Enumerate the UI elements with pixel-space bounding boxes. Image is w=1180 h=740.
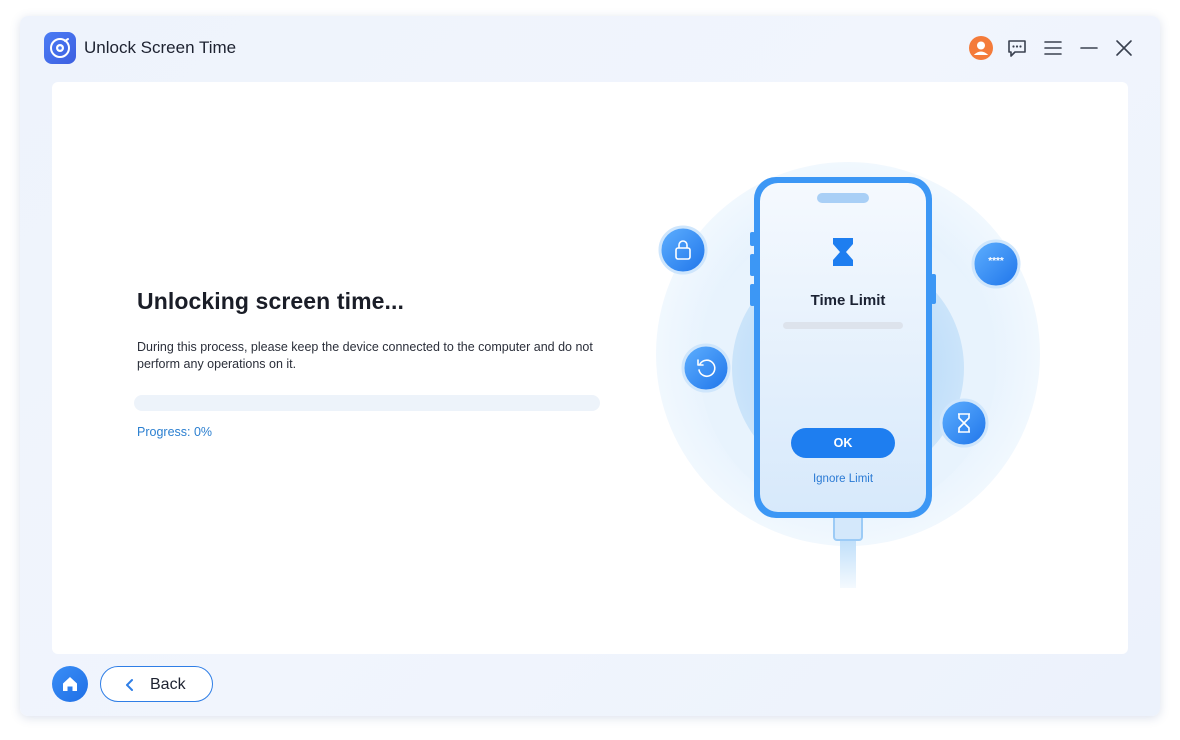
lock-icon	[671, 238, 695, 262]
close-icon[interactable]	[1112, 36, 1136, 60]
app-window: Unlock Screen Time Unlocking screen time…	[20, 16, 1160, 716]
ignore-limit-link: Ignore Limit	[812, 473, 874, 485]
chevron-left-icon	[126, 679, 133, 691]
phone-illustration: **** Time Limit OK Ignore Limit	[648, 158, 1048, 588]
app-title: Unlock Screen Time	[84, 38, 237, 57]
back-button[interactable]: Back	[100, 666, 213, 702]
refresh-icon	[694, 356, 718, 380]
progress-label: Progress: 0%	[137, 425, 213, 439]
chat-feedback-icon[interactable]	[1005, 36, 1029, 60]
progress-bar	[134, 395, 600, 411]
minimize-icon[interactable]	[1077, 36, 1101, 60]
password-icon: ****	[988, 256, 1004, 267]
home-icon	[63, 677, 77, 691]
app-logo-icon	[44, 32, 76, 64]
ok-button: OK	[791, 428, 895, 458]
process-description: During this process, please keep the dev…	[137, 340, 593, 371]
home-button[interactable]	[52, 666, 88, 702]
hourglass-icon	[953, 411, 975, 435]
page-title: Unlocking screen time...	[137, 288, 404, 314]
time-limit-title: Time Limit	[810, 292, 886, 309]
menu-icon[interactable]	[1041, 36, 1065, 60]
main-panel: Unlocking screen time... During this pro…	[52, 82, 1128, 654]
title-bar: Unlock Screen Time	[20, 16, 1160, 80]
back-label: Back	[150, 676, 186, 693]
user-avatar-icon[interactable]	[969, 36, 993, 60]
